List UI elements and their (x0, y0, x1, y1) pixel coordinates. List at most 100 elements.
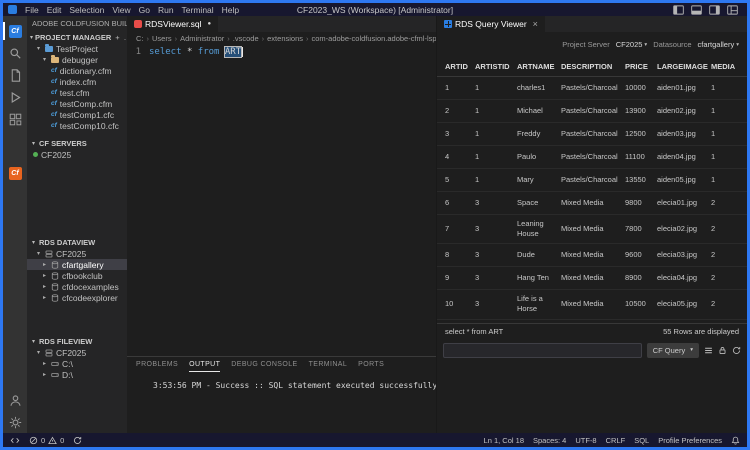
explorer-icon[interactable] (3, 64, 27, 86)
remote-indicator[interactable] (10, 436, 20, 445)
section-project-manager[interactable]: ▾ PROJECT MANAGER + … (27, 31, 127, 43)
chevron-collapsed-icon: ▸ (42, 372, 46, 378)
status-item[interactable]: Profile Preferences (658, 436, 722, 445)
customize-layout-icon[interactable] (727, 4, 738, 15)
menu-item[interactable]: Edit (43, 5, 66, 15)
toggle-panel-icon[interactable] (691, 4, 702, 15)
settings-gear-icon[interactable] (3, 411, 27, 433)
tree-item-rds-file-server[interactable]: ▾ CF2025 (27, 347, 127, 358)
datasource-item[interactable]: ▸ cfartgallery (27, 259, 127, 270)
breadcrumb-item[interactable]: Administrator (180, 34, 224, 43)
menu-item[interactable]: Terminal (178, 5, 218, 15)
notifications-bell-icon[interactable] (731, 436, 740, 445)
sync-icon[interactable] (73, 436, 82, 445)
add-project-icon[interactable]: + (115, 33, 119, 42)
panel-tab[interactable]: TERMINAL (309, 357, 348, 372)
status-item[interactable]: CRLF (606, 436, 626, 445)
tree-item-file[interactable]: cf testComp1.cfc (27, 109, 127, 120)
menu-item[interactable]: Run (154, 5, 178, 15)
tree-item-folder[interactable]: ▾ debugger (27, 54, 127, 65)
query-input[interactable] (443, 342, 642, 358)
code-editor[interactable]: 1 select * from ART (127, 45, 436, 356)
table-row[interactable]: 9 3 Hang Ten Mixed Media 8900 elecia04.j… (437, 267, 747, 291)
table-row[interactable]: 10 3 Life is a Horse Mixed Media 10500 e… (437, 290, 747, 320)
table-row[interactable]: 3 1 Freddy Pastels/Charcoal 12500 aiden0… (437, 123, 747, 146)
tree-item-file[interactable]: cf testComp.cfm (27, 98, 127, 109)
breadcrumb-item[interactable]: C: (136, 34, 144, 43)
cfml-file-icon: cf (51, 100, 57, 107)
status-item[interactable]: SQL (634, 436, 649, 445)
table-row[interactable]: 6 3 Space Mixed Media 9800 elecia01.jpg … (437, 192, 747, 215)
status-item[interactable]: Ln 1, Col 18 (484, 436, 524, 445)
section-rds-fileview[interactable]: ▾ RDS FILEVIEW (27, 335, 127, 347)
column-header[interactable]: LARGEIMAGE (657, 62, 711, 71)
database-icon (51, 282, 59, 291)
status-bar: 0 0 Ln 1, Col 18 Spaces: 4 UTF-8 CRLF SQL Pro… (3, 433, 747, 447)
tab-rds-query-viewer[interactable]: RDS Query Viewer × (437, 16, 545, 32)
breadcrumb-separator: › (174, 34, 178, 43)
lock-icon[interactable] (718, 346, 727, 355)
status-item[interactable]: Spaces: 4 (533, 436, 566, 445)
extensions-icon[interactable] (3, 108, 27, 130)
refresh-icon[interactable] (732, 346, 741, 355)
column-header[interactable]: PRICE (625, 62, 657, 71)
query-type-dropdown[interactable]: CF Query ▾ (646, 342, 699, 358)
toggle-secondary-sidebar-icon[interactable] (709, 4, 720, 15)
run-debug-icon[interactable] (3, 86, 27, 108)
datasource-item[interactable]: ▸ cfdocexamples (27, 281, 127, 292)
tree-item-file[interactable]: cf test.cfm (27, 87, 127, 98)
menu-item[interactable]: Selection (65, 5, 108, 15)
status-item[interactable]: UTF-8 (575, 436, 596, 445)
panel-tab[interactable]: DEBUG CONSOLE (231, 357, 297, 372)
tree-item-server[interactable]: CF2025 (27, 149, 127, 160)
panel-tab[interactable]: PORTS (358, 357, 384, 372)
table-row[interactable]: 4 1 Paulo Pastels/Charcoal 11100 aiden04… (437, 146, 747, 169)
datasource-dropdown[interactable]: cfartgallery ▾ (698, 40, 739, 49)
breadcrumb-item[interactable]: .vscode (233, 34, 259, 43)
section-cf-servers[interactable]: ▾ CF SERVERS (27, 137, 127, 149)
tab-rdsviewer-sql[interactable]: RDSViewer.sql ● (127, 16, 219, 32)
column-header[interactable]: DESCRIPTION (561, 62, 625, 71)
table-row[interactable]: 2 1 Michael Pastels/Charcoal 13900 aiden… (437, 100, 747, 123)
breadcrumb-item[interactable]: Users (152, 34, 172, 43)
tree-item-rds-server[interactable]: ▾ CF2025 (27, 248, 127, 259)
tree-item-file[interactable]: cf index.cfm (27, 76, 127, 87)
menu-item[interactable]: File (21, 5, 43, 15)
menu-item[interactable]: View (108, 5, 134, 15)
breadcrumb-item[interactable]: com-adobe-coldfusion.adobe-cfml-lsp-1.0.… (312, 34, 437, 43)
tree-item-project[interactable]: ▾ TestProject (27, 43, 127, 54)
section-rds-dataview[interactable]: ▾ RDS DATAVIEW (27, 236, 127, 248)
column-header[interactable]: ARTISTID (475, 62, 517, 71)
tree-item-file[interactable]: cf testComp10.cfc (27, 120, 127, 131)
menu-icon[interactable] (704, 346, 713, 355)
datasource-item[interactable]: ▸ cfcodeexplorer (27, 292, 127, 303)
project-server-dropdown[interactable]: CF2025 ▾ (616, 40, 647, 49)
column-header[interactable]: MEDIA (711, 62, 747, 71)
panel-tab[interactable]: OUTPUT (189, 357, 221, 372)
search-icon[interactable] (3, 42, 27, 64)
chevron-collapsed-icon: ▸ (42, 295, 46, 301)
close-icon[interactable]: × (533, 19, 538, 29)
account-icon[interactable] (3, 389, 27, 411)
problems-indicator[interactable]: 0 0 (29, 436, 64, 445)
code-line[interactable]: select * from ART (149, 46, 244, 356)
drive-item[interactable]: ▸ C:\ (27, 358, 127, 369)
panel-tab[interactable]: PROBLEMS (136, 357, 178, 372)
coldfusion-server-icon[interactable]: Cf (3, 162, 27, 184)
drive-item[interactable]: ▸ D:\ (27, 369, 127, 380)
breadcrumb-item[interactable]: extensions (267, 34, 303, 43)
table-row[interactable]: 7 3 Leaning House Mixed Media 7800 eleci… (437, 215, 747, 245)
menu-item[interactable]: Help (218, 5, 243, 15)
table-row[interactable]: 5 1 Mary Pastels/Charcoal 13550 aiden05.… (437, 169, 747, 192)
column-header[interactable]: ARTNAME (517, 62, 561, 71)
column-header[interactable]: ARTID (445, 62, 475, 71)
datasource-item[interactable]: ▸ cfbookclub (27, 270, 127, 281)
rows-count-text: 55 Rows are displayed (663, 327, 739, 336)
coldfusion-builder-icon[interactable]: Cf (3, 20, 27, 42)
toggle-sidebar-icon[interactable] (673, 4, 684, 15)
tree-item-file[interactable]: cf dictionary.cfm (27, 65, 127, 76)
table-row[interactable]: 1 1 charles1 Pastels/Charcoal 10000 aide… (437, 77, 747, 100)
table-row[interactable]: 8 3 Dude Mixed Media 9600 elecia03.jpg 2 (437, 244, 747, 268)
menu-item[interactable]: Go (135, 5, 154, 15)
unsaved-changes-icon[interactable]: ● (208, 21, 212, 27)
